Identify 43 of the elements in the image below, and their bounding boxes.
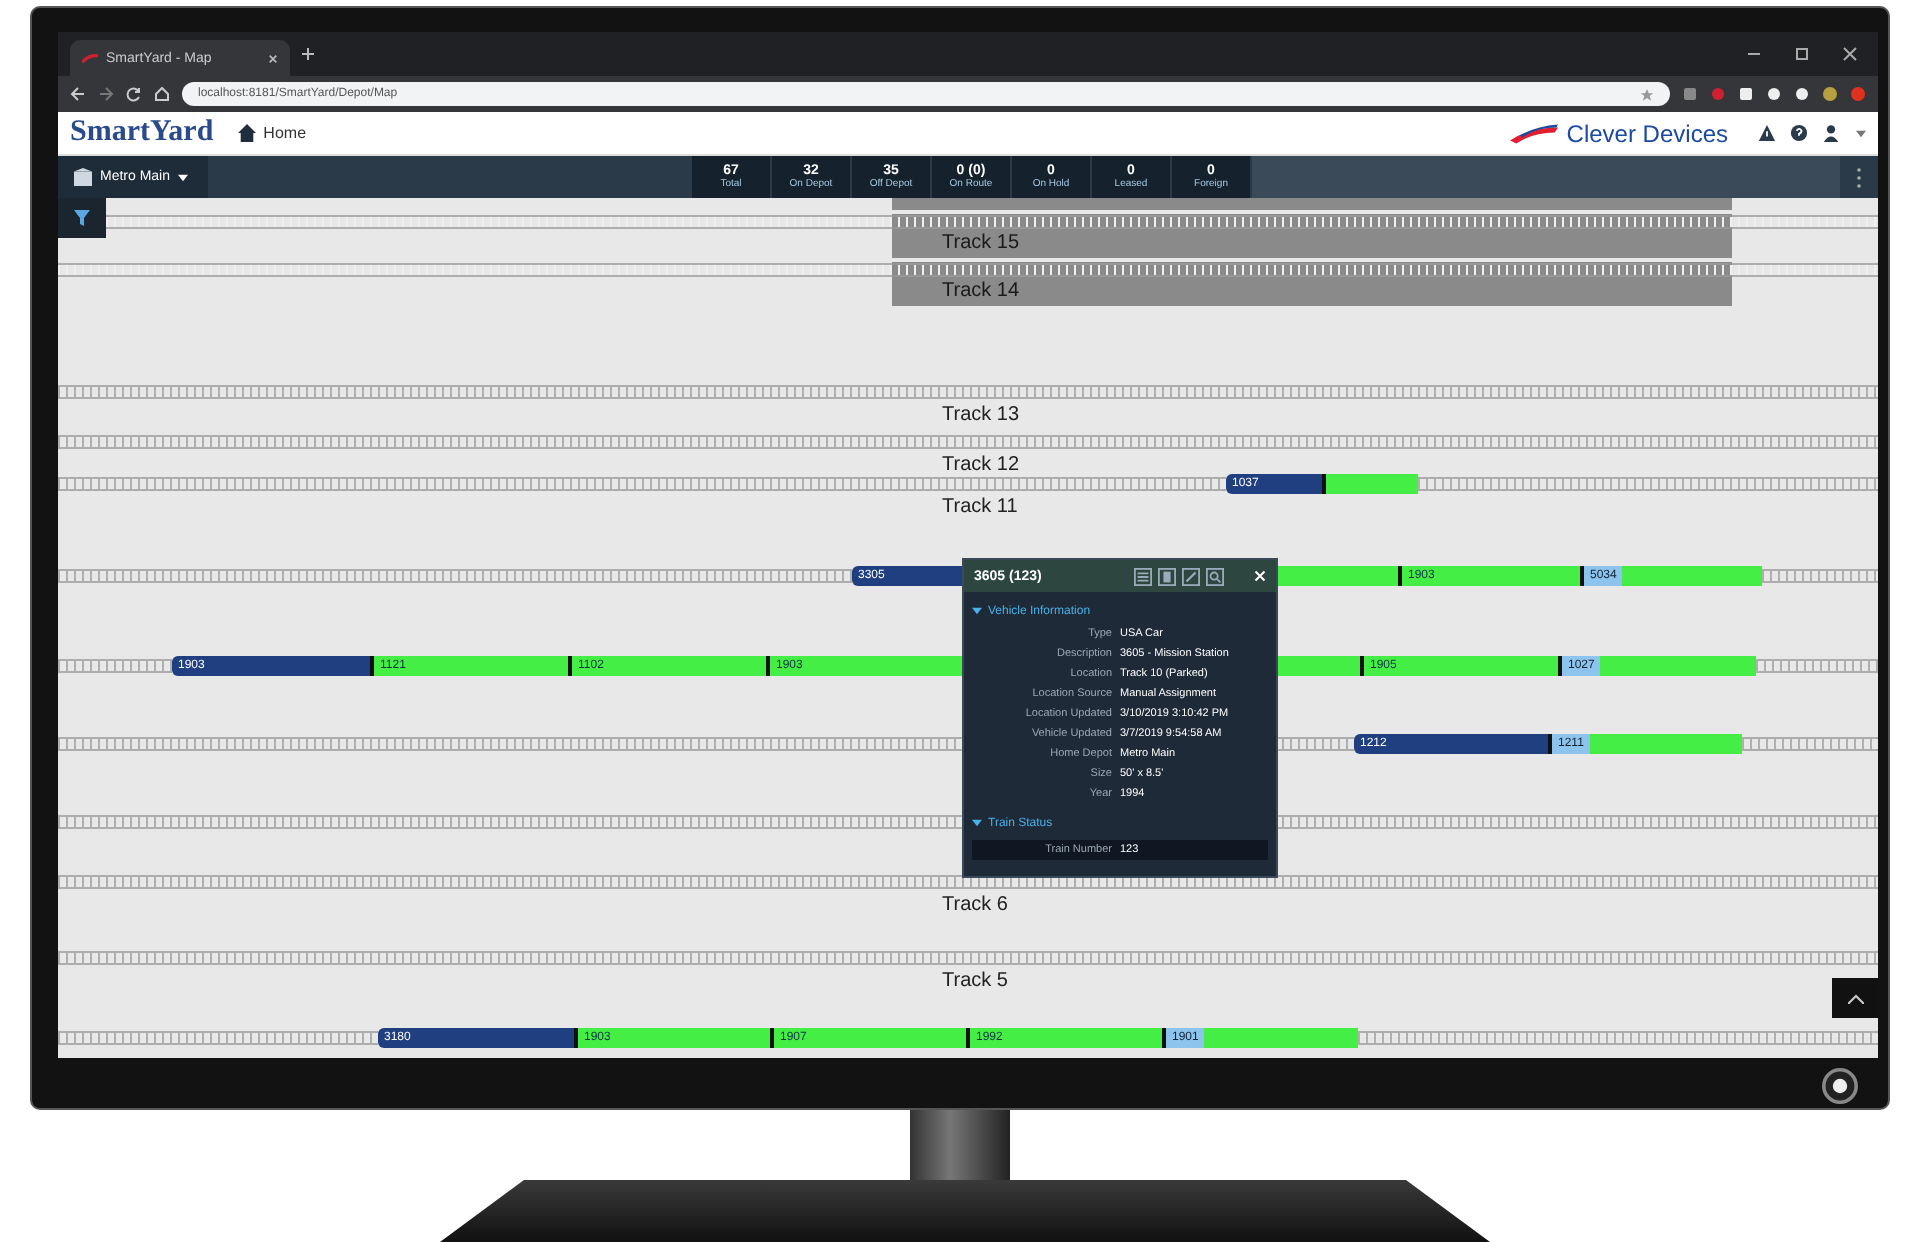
track-label: Track 15 (942, 232, 1020, 256)
track-label: Track 14 (942, 280, 1020, 304)
close-icon[interactable] (1842, 46, 1858, 62)
edit-icon[interactable] (1182, 567, 1200, 585)
warning-icon[interactable] (1758, 124, 1776, 142)
list-icon[interactable] (1134, 567, 1152, 585)
help-icon[interactable] (1790, 124, 1808, 142)
filter-button[interactable] (58, 198, 106, 238)
funnel-icon (74, 210, 90, 226)
favicon-icon (82, 53, 98, 63)
expand-arrow-icon (972, 606, 982, 616)
monitor-stand (910, 1110, 1010, 1180)
track-label: Track 12 (942, 454, 1020, 478)
menu-icon[interactable] (1850, 86, 1866, 102)
track-label: Track 6 (942, 894, 1008, 918)
back-icon[interactable] (70, 86, 86, 102)
home-icon (237, 124, 256, 142)
home-icon[interactable] (154, 86, 170, 102)
swoosh-logo-icon (1510, 123, 1559, 143)
power-button-icon[interactable] (1822, 1067, 1858, 1103)
brand-logo: Clever Devices (1566, 119, 1728, 147)
caret-icon (178, 173, 189, 181)
app-logo[interactable]: SmartYard (70, 116, 214, 150)
search-icon[interactable] (1206, 567, 1224, 585)
caret-up-icon (1847, 993, 1863, 1003)
close-icon[interactable] (268, 53, 278, 63)
expand-arrow-icon (972, 818, 982, 828)
building-icon (74, 168, 92, 186)
forward-icon[interactable] (98, 86, 114, 102)
more-options-icon[interactable] (1856, 167, 1862, 187)
track-label: Track 5 (942, 970, 1008, 994)
document-icon[interactable] (1158, 567, 1176, 585)
track-label: Track 13 (942, 404, 1020, 428)
home-link[interactable]: Home (263, 124, 307, 142)
scroll-up-button[interactable] (1832, 978, 1878, 1018)
new-tab-icon[interactable] (302, 48, 314, 60)
reload-icon[interactable] (126, 86, 142, 102)
track-label: Track 11 (942, 496, 1018, 520)
profile-icon[interactable] (1822, 86, 1838, 102)
user-icon[interactable] (1822, 124, 1840, 142)
maximize-icon[interactable] (1794, 46, 1810, 62)
caret-icon[interactable] (1856, 129, 1866, 137)
star-icon[interactable] (1640, 87, 1654, 101)
